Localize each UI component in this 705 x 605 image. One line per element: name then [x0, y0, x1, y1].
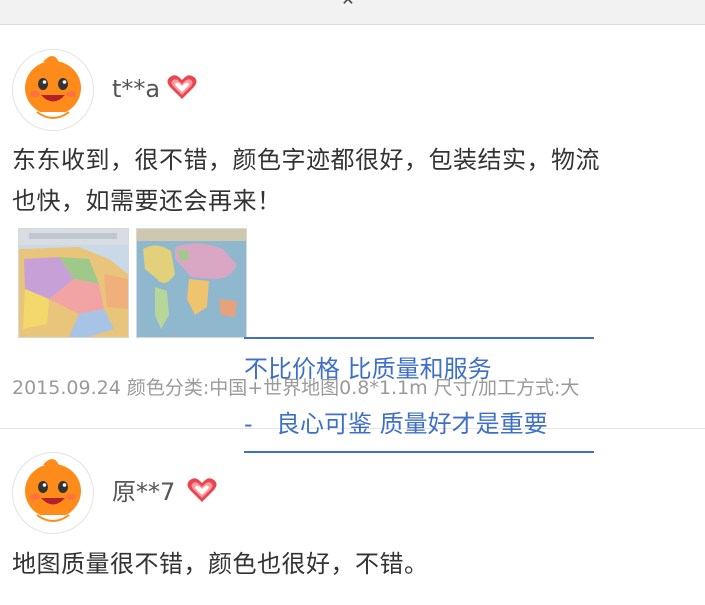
watermark-rule-top: [244, 337, 594, 339]
heart-icon: [166, 73, 198, 101]
username: t**a: [112, 75, 161, 103]
promo-watermark: 不比价格 比质量和服务 - 良心可鉴 质量好才是重要: [244, 336, 594, 456]
watermark-line1: 不比价格 比质量和服务: [244, 355, 492, 383]
review-text: 东东收到，很不错，颜色字迹都很好，包装结实，物流: [12, 146, 600, 174]
watermark-line2: 良心可鉴 质量好才是重要: [276, 410, 548, 438]
heart-icon: [186, 476, 218, 504]
watermark-rule-bottom: [244, 451, 594, 453]
review-text: 也快，如需要还会再来！: [12, 187, 282, 215]
watermark-dash: -: [244, 410, 253, 438]
avatar[interactable]: [12, 452, 94, 534]
review-photo-world-map[interactable]: [136, 228, 247, 338]
review-text: 地图质量很不错，颜色也很好，不错。: [12, 550, 429, 578]
username: 原**7: [112, 478, 176, 506]
top-bar: ✕: [0, 0, 705, 25]
review-photo-china-map[interactable]: [18, 228, 129, 338]
avatar[interactable]: [12, 49, 94, 131]
close-icon[interactable]: ✕: [338, 0, 358, 8]
